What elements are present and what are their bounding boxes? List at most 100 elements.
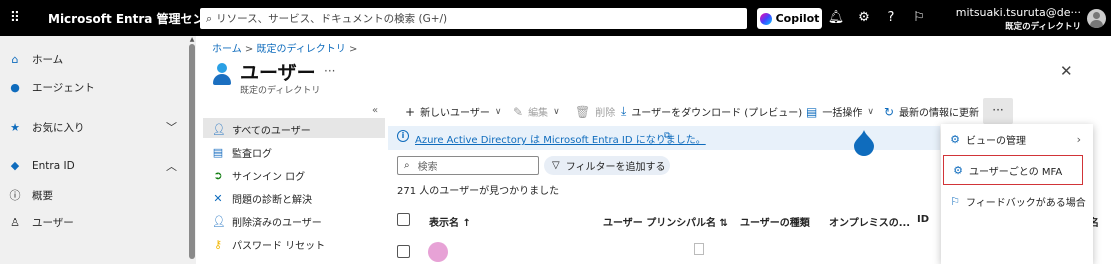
add-filter-button[interactable]: ▽ フィルターを追加する — [544, 156, 670, 175]
menu-item-feedback[interactable]: ⚐ フィードバックがある場合 — [941, 186, 1093, 216]
subnav-item-signin-logs[interactable]: ➲ サインイン ログ — [212, 168, 305, 183]
info-icon: i — [397, 130, 409, 142]
edit-label: 編集 — [528, 108, 549, 119]
chevron-down-icon: ∨ — [867, 106, 874, 117]
gear-icon: ⚙ — [950, 132, 960, 146]
copilot-icon — [759, 12, 772, 25]
subnav-label: 削除済みのユーザー — [232, 218, 322, 229]
search-icon: ⌕ — [206, 11, 213, 25]
user-search-placeholder: 検索 — [417, 162, 438, 173]
scroll-up-icon[interactable]: ▲ — [188, 36, 196, 43]
user-directory: 既定のディレクトリ — [1005, 22, 1081, 32]
plus-icon: + — [405, 104, 416, 119]
bell-icon[interactable]: 🔔︎ — [827, 9, 845, 27]
account-menu[interactable]: mitsuaki.tsuruta@de··· 既定のディレクトリ — [946, 6, 1081, 32]
document-icon: ▤ — [806, 104, 818, 119]
key-icon: ⚷ — [213, 238, 223, 251]
subnav-item-all-users[interactable]: 👤︎ すべてのユーザー — [212, 122, 311, 137]
nav-item-label: ホーム — [32, 54, 64, 66]
pencil-icon: ✎ — [513, 104, 524, 119]
select-all-checkbox[interactable] — [397, 213, 410, 226]
more-button[interactable]: ··· — [983, 98, 1013, 124]
menu-item-manage-view[interactable]: ⚙ ビューの管理 › — [941, 124, 1093, 154]
breadcrumb-end: > — [345, 44, 358, 55]
more-menu: ⚙ ビューの管理 › ⚙ ユーザーごとの MFA ⚐ フィードバックがある場合 — [941, 124, 1093, 264]
download-users-button[interactable]: ⤓ ユーザーをダウンロード (プレビュー) — [621, 104, 802, 119]
chevron-down-icon: ∨ — [553, 106, 560, 117]
column-header-upn[interactable]: ユーザー プリンシパル名 ⇅ — [603, 214, 728, 229]
page-subtitle: 既定のディレクトリ — [240, 86, 321, 96]
subnav-item-password-reset[interactable]: ⚷ パスワード リセット — [212, 237, 325, 252]
external-link-icon[interactable]: ⧉ — [664, 131, 670, 141]
copy-icon[interactable] — [694, 243, 704, 255]
signin-icon: ➲ — [213, 169, 223, 182]
delete-button[interactable]: 🗑︎ 削除 — [575, 104, 616, 120]
subnav-label: 監査ログ — [232, 149, 272, 160]
nav-item-agents[interactable]: ● エージェント — [8, 80, 95, 95]
collapse-menu-icon[interactable]: « — [372, 105, 378, 116]
home-icon: ⌂ — [11, 53, 19, 66]
column-header-identities[interactable]: ID — [917, 214, 929, 225]
chevron-right-icon: › — [1076, 132, 1081, 146]
app-launcher-icon[interactable]: ⠿ — [0, 10, 30, 26]
diamond-icon: ◆ — [10, 159, 20, 172]
nav-item-entra-id[interactable]: ◆ Entra ID — [8, 159, 75, 172]
bulk-operations-button[interactable]: ▤ 一括操作 ∨ — [806, 104, 874, 120]
nav-item-overview[interactable]: ⓘ 概要 — [8, 187, 54, 203]
scrollbar-thumb[interactable] — [189, 44, 195, 259]
new-user-label: 新しいユーザー — [420, 108, 490, 119]
agent-icon: ● — [10, 81, 20, 94]
subnav-item-diagnose[interactable]: ✕ 問題の診断と解決 — [212, 191, 312, 206]
chevron-down-icon: ∨ — [494, 106, 502, 117]
new-user-button[interactable]: + 新しいユーザー ∨ — [405, 104, 502, 120]
column-header-display-name[interactable]: 表示名 ↑ — [429, 214, 471, 229]
banner-link[interactable]: Azure Active Directory は Microsoft Entra… — [415, 131, 706, 146]
download-icon: ⤓ — [621, 104, 627, 118]
close-icon[interactable]: ✕ — [1060, 62, 1073, 80]
nav-item-favorites[interactable]: ★ お気に入り — [8, 120, 85, 135]
gear-icon[interactable]: ⚙ — [855, 9, 873, 27]
bulk-label: 一括操作 — [822, 108, 863, 119]
feedback-icon: ⚐ — [950, 194, 960, 208]
delete-label: 削除 — [595, 108, 616, 119]
help-icon[interactable]: ? — [882, 9, 900, 27]
subnav-label: サインイン ログ — [232, 172, 306, 183]
column-header-user-type[interactable]: ユーザーの種類 — [740, 214, 810, 229]
log-icon: ▤ — [212, 146, 224, 159]
copilot-button[interactable]: Copilot — [757, 8, 822, 29]
feedback-icon[interactable]: ⚐ — [910, 9, 928, 27]
nav-item-label: ユーザー — [32, 217, 74, 229]
edit-button[interactable]: ✎ 編集 ∨ — [513, 104, 560, 120]
chevron-up-icon[interactable]: ︿ — [166, 158, 177, 174]
user-search-input[interactable]: ⌕ 検索 — [397, 156, 539, 175]
nav-item-users[interactable]: ♙ ユーザー — [8, 215, 74, 230]
breadcrumb-directory[interactable]: 既定のディレクトリ — [256, 44, 345, 55]
column-header-on-premises[interactable]: オンプレミスの... — [829, 214, 910, 229]
subnav-item-audit-logs[interactable]: ▤ 監査ログ — [212, 145, 272, 160]
result-count: 271 人のユーザーが見つかりました — [397, 186, 560, 197]
search-icon: ⌕ — [404, 160, 410, 171]
breadcrumb-home[interactable]: ホーム — [212, 44, 242, 55]
breadcrumb: ホーム > 既定のディレクトリ > — [212, 40, 357, 55]
chevron-down-icon[interactable]: ﹀ — [166, 119, 177, 135]
nav-scrollbar[interactable]: ▲ — [188, 36, 196, 264]
global-search-input[interactable]: ⌕ リソース、サービス、ドキュメントの検索 (G+/) — [200, 8, 747, 29]
nav-item-home[interactable]: ⌂ ホーム — [8, 52, 64, 67]
subnav-label: 問題の診断と解決 — [232, 195, 312, 206]
users-icon — [212, 63, 232, 85]
menu-item-per-user-mfa[interactable]: ⚙ ユーザーごとの MFA — [943, 155, 1083, 185]
row-checkbox[interactable] — [397, 245, 410, 258]
subnav-label: パスワード リセット — [232, 241, 326, 252]
deleted-user-icon: 👤︎ — [212, 215, 226, 228]
more-options-icon[interactable]: ··· — [324, 64, 335, 78]
download-label: ユーザーをダウンロード (プレビュー) — [631, 108, 803, 119]
menu-item-label: フィードバックがある場合 — [966, 197, 1086, 209]
cursor-drop-icon — [854, 130, 874, 156]
refresh-button[interactable]: ↻ 最新の情報に更新 — [884, 104, 979, 120]
menu-item-label: ユーザーごとの MFA — [969, 166, 1063, 178]
nav-item-label: お気に入り — [32, 122, 85, 134]
avatar[interactable] — [1087, 9, 1106, 28]
subnav-item-deleted-users[interactable]: 👤︎ 削除済みのユーザー — [212, 214, 322, 229]
nav-item-label: Entra ID — [32, 159, 75, 172]
person-icon: ♙ — [10, 216, 20, 229]
